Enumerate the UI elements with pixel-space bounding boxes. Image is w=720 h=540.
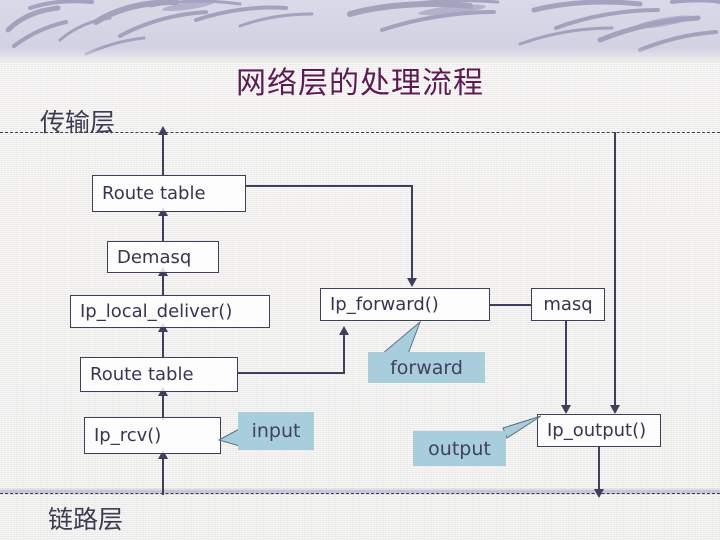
arrowhead-transport-to-output: [610, 405, 620, 414]
arrowhead-route-table-bottom-to-forward: [339, 326, 349, 335]
decorative-banner: [0, 0, 720, 62]
connector-link-layer-to-ip-rcv: [162, 455, 164, 495]
callout-forward-tail-icon: [380, 320, 422, 355]
node-route-table-top[interactable]: Route table: [92, 175, 246, 212]
node-route-table-bottom-label: Route table: [90, 364, 194, 385]
connector-ip-rcv-to-route-table-bottom: [162, 392, 164, 420]
node-ip-forward[interactable]: Ip_forward(): [320, 288, 490, 321]
node-ip-rcv[interactable]: Ip_rcv(): [84, 417, 221, 454]
callout-input[interactable]: input: [238, 412, 314, 450]
connector-forward-to-masq: [490, 304, 531, 306]
callout-forward-label: forward: [390, 356, 463, 379]
node-ip-output[interactable]: Ip_output(): [537, 414, 661, 447]
connector-route-table-to-transport: [162, 132, 164, 176]
node-demasq-label: Demasq: [117, 246, 192, 268]
arrowhead-route-table-to-transport: [158, 126, 168, 135]
node-masq[interactable]: masq: [531, 288, 605, 321]
node-ip-local-deliver-label: Ip_local_deliver(): [80, 301, 233, 322]
slide-canvas: 网络层的处理流程 传输层 链路层 Route table Demasq Ip_l…: [0, 0, 720, 540]
callout-input-label: input: [251, 420, 301, 442]
node-ip-output-label: Ip_output(): [547, 420, 647, 441]
connector-demasq-to-route-table: [162, 212, 164, 242]
connector-route-table-bottom-to-forward-vertical: [343, 331, 345, 374]
callout-output[interactable]: output: [413, 431, 506, 466]
node-route-table-bottom[interactable]: Route table: [80, 357, 238, 392]
connector-output-to-link-layer: [598, 446, 600, 492]
connector-route-table-to-forward-horizontal: [246, 185, 413, 187]
node-ip-local-deliver[interactable]: Ip_local_deliver(): [70, 295, 270, 328]
callout-output-label: output: [428, 437, 491, 460]
connector-route-table-bottom-to-local-deliver: [162, 328, 164, 358]
callout-forward[interactable]: forward: [368, 352, 485, 383]
node-demasq[interactable]: Demasq: [107, 241, 219, 273]
node-ip-forward-label: Ip_forward(): [330, 294, 439, 315]
transport-layer-label: 传输层: [40, 108, 116, 137]
link-layer-label: 链路层: [48, 505, 124, 534]
slide-title: 网络层的处理流程: [236, 66, 484, 101]
connector-masq-to-output-vertical: [565, 321, 567, 407]
arrowhead-route-table-to-forward: [407, 278, 417, 287]
link-layer-boundary-line: [0, 493, 720, 494]
connector-route-table-bottom-to-forward-horizontal: [238, 372, 345, 374]
arrowhead-output-to-link-layer: [594, 489, 604, 498]
node-ip-rcv-label: Ip_rcv(): [94, 425, 162, 446]
arrowhead-masq-to-output: [561, 405, 571, 414]
node-masq-label: masq: [543, 294, 593, 315]
connector-transport-to-output-vertical: [614, 132, 616, 407]
node-route-table-top-label: Route table: [102, 183, 206, 204]
connector-route-table-to-forward-vertical: [411, 185, 413, 279]
